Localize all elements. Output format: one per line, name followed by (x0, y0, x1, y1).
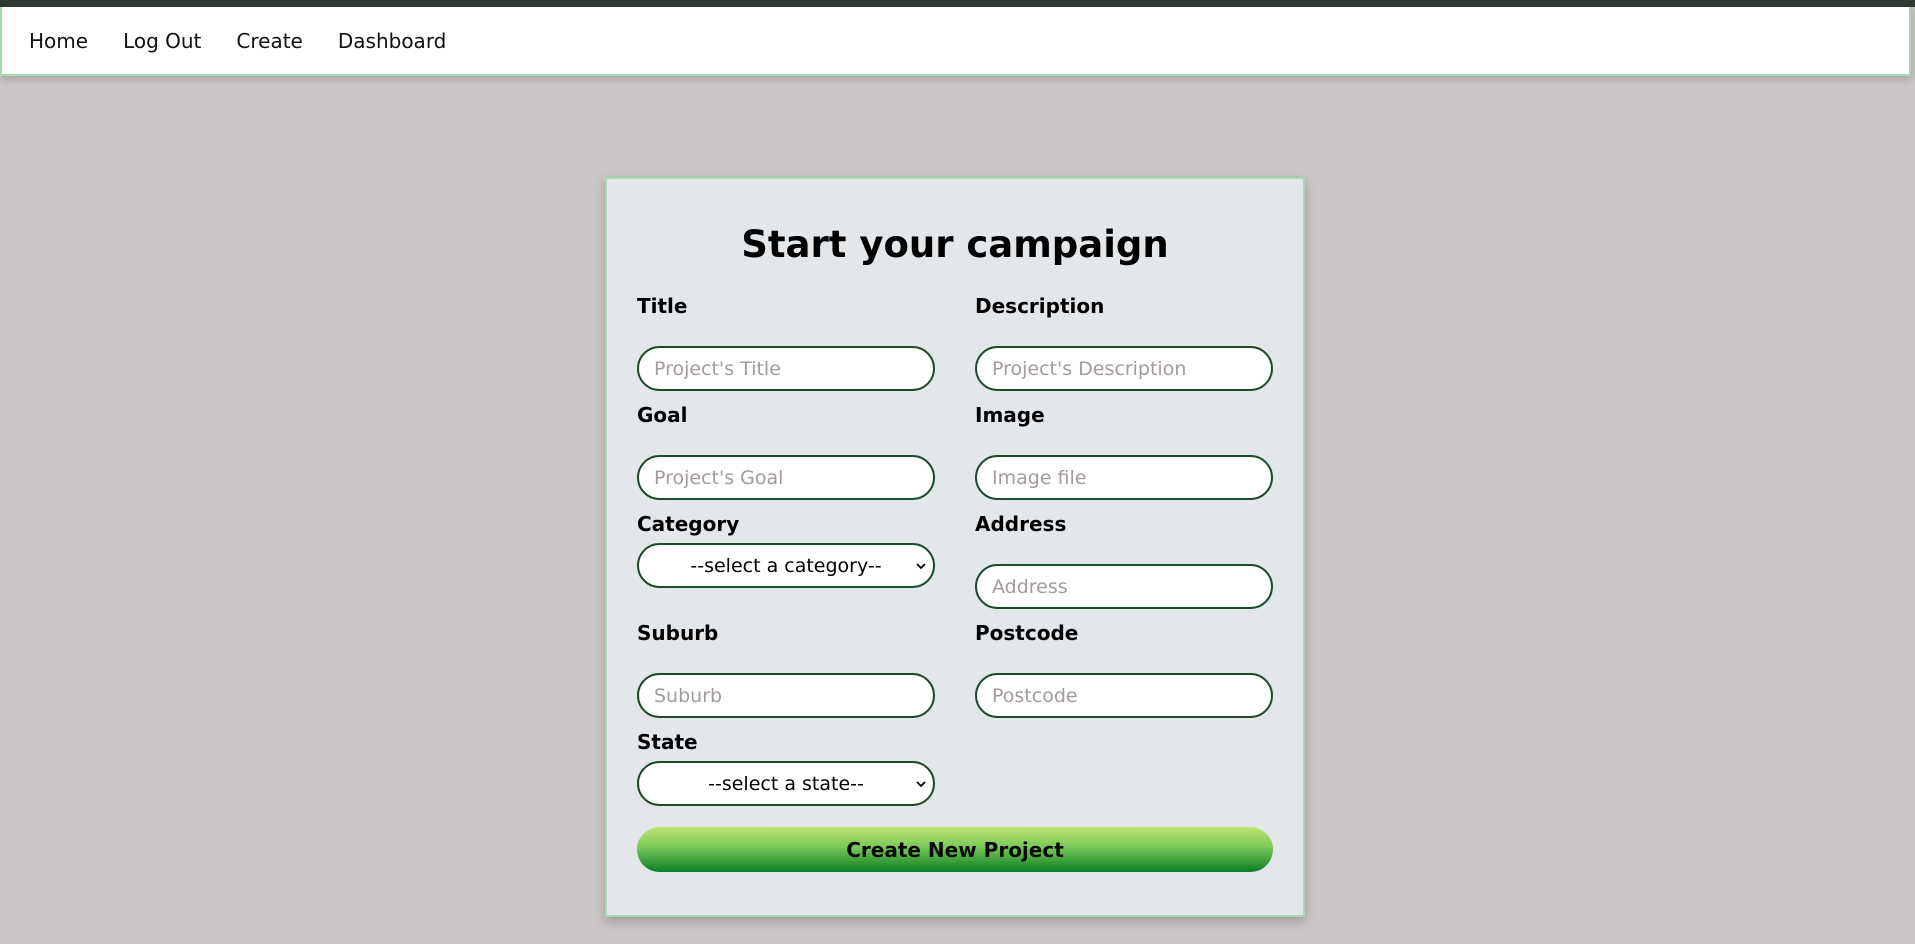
create-project-form: Start your campaign Title Description Go… (605, 177, 1305, 917)
state-select[interactable]: --select a state-- (637, 761, 935, 806)
category-selected-value: --select a category-- (690, 554, 882, 577)
address-input[interactable] (975, 564, 1273, 609)
chevron-down-icon (916, 562, 926, 569)
postcode-input[interactable] (975, 673, 1273, 718)
nav-link-dashboard[interactable]: Dashboard (338, 29, 447, 53)
state-selected-value: --select a state-- (708, 772, 864, 795)
goal-label: Goal (637, 403, 688, 427)
chevron-down-icon (916, 780, 926, 787)
suburb-label: Suburb (637, 621, 719, 645)
nav-link-log-out[interactable]: Log Out (123, 29, 201, 53)
nav-link-home[interactable]: Home (29, 29, 88, 53)
top-strip (0, 0, 1915, 7)
title-label: Title (637, 294, 688, 318)
form-heading: Start your campaign (741, 223, 1169, 266)
category-label: Category (637, 512, 740, 536)
image-label: Image (975, 403, 1045, 427)
create-new-project-button[interactable]: Create New Project (637, 827, 1273, 872)
image-input[interactable] (975, 455, 1273, 500)
address-label: Address (975, 512, 1067, 536)
title-input[interactable] (637, 346, 935, 391)
state-label: State (637, 730, 698, 754)
description-label: Description (975, 294, 1105, 318)
category-select[interactable]: --select a category-- (637, 543, 935, 588)
nav-link-create[interactable]: Create (236, 29, 302, 53)
goal-input[interactable] (637, 455, 935, 500)
suburb-input[interactable] (637, 673, 935, 718)
top-navbar: Home Log Out Create Dashboard (0, 7, 1911, 76)
description-input[interactable] (975, 346, 1273, 391)
postcode-label: Postcode (975, 621, 1079, 645)
